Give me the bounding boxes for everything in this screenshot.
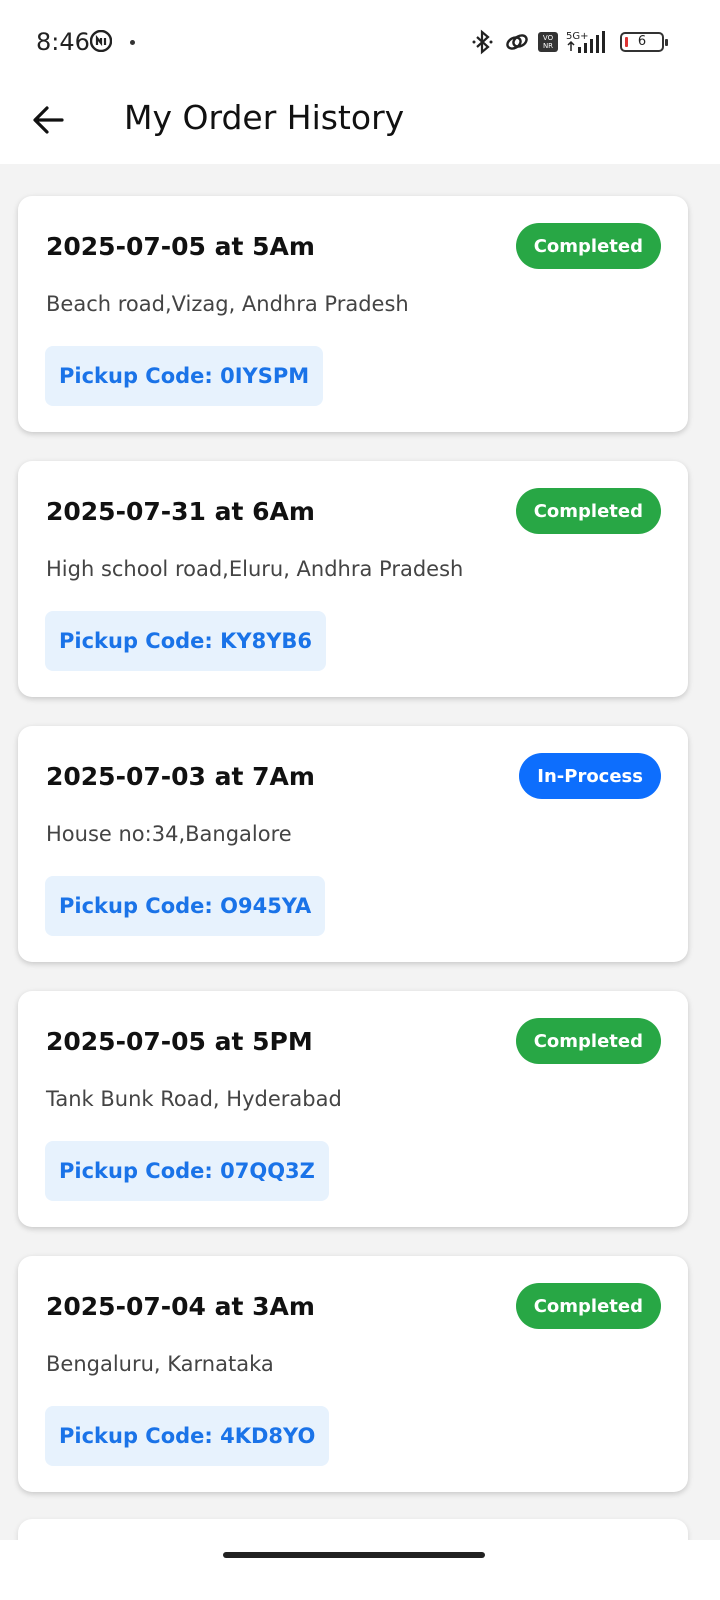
order-card[interactable]: 2025-07-31 at 6Am Completed High school … [18, 461, 688, 697]
order-address: Tank Bunk Road, Hyderabad [46, 1087, 342, 1111]
order-card[interactable]: 2025-07-04 at 3Am Completed Bengaluru, K… [18, 1256, 688, 1492]
signal-icon: 5G+ [566, 31, 605, 53]
app-bar: My Order History [0, 84, 720, 164]
status-bar: 8:46 VO NR 5G+ 6 [0, 0, 720, 84]
battery-icon: 6 [620, 32, 668, 52]
order-datetime: 2025-07-04 at 3Am [46, 1292, 315, 1321]
battery-level: 6 [637, 34, 647, 49]
battery-indicator: 6 [620, 32, 668, 52]
pickup-code: Pickup Code: 07QQ3Z [45, 1141, 329, 1201]
app-notification-icon [90, 30, 112, 52]
pickup-code: Pickup Code: 4KD8YO [45, 1406, 330, 1466]
link-icon [506, 34, 528, 50]
svg-text:5G+: 5G+ [566, 31, 589, 42]
home-indicator[interactable] [223, 1552, 485, 1558]
order-list[interactable]: 2025-07-05 at 5Am Completed Beach road,V… [18, 196, 690, 1521]
status-time: 8:46 [36, 28, 90, 56]
order-datetime: 2025-07-05 at 5Am [46, 232, 315, 261]
status-badge: Completed [515, 1018, 661, 1064]
order-card[interactable]: 2025-07-05 at 5PM Completed Tank Bunk Ro… [18, 991, 688, 1227]
pickup-code: Pickup Code: 0IYSPM [45, 346, 324, 406]
back-button[interactable] [26, 98, 70, 142]
status-badge: Completed [515, 223, 661, 269]
arrow-left-icon [33, 106, 64, 134]
order-address: Bengaluru, Karnataka [46, 1352, 274, 1376]
notification-dot [130, 40, 135, 45]
status-badge: Completed [515, 1283, 661, 1329]
pickup-code: Pickup Code: O945YA [45, 876, 326, 936]
status-badge: Completed [515, 488, 661, 534]
page-title: My Order History [124, 98, 405, 137]
order-address: Beach road,Vizag, Andhra Pradesh [46, 292, 409, 316]
system-nav-bar [0, 1540, 720, 1600]
order-datetime: 2025-07-31 at 6Am [46, 497, 315, 526]
order-card[interactable]: 2025-07-03 at 7Am In-Process House no:34… [18, 726, 688, 962]
bluetooth-icon [472, 29, 493, 55]
order-datetime: 2025-07-05 at 5PM [46, 1027, 313, 1056]
status-badge: In-Process [519, 753, 661, 799]
pickup-code: Pickup Code: KY8YB6 [45, 611, 327, 671]
vonr-icon: VO NR [538, 32, 558, 52]
order-address: House no:34,Bangalore [46, 822, 292, 846]
order-card[interactable]: 2025-07-05 at 5Am Completed Beach road,V… [18, 196, 688, 432]
order-datetime: 2025-07-03 at 7Am [46, 762, 315, 791]
status-icons: VO NR 5G+ [470, 28, 610, 56]
order-address: High school road,Eluru, Andhra Pradesh [46, 557, 464, 581]
